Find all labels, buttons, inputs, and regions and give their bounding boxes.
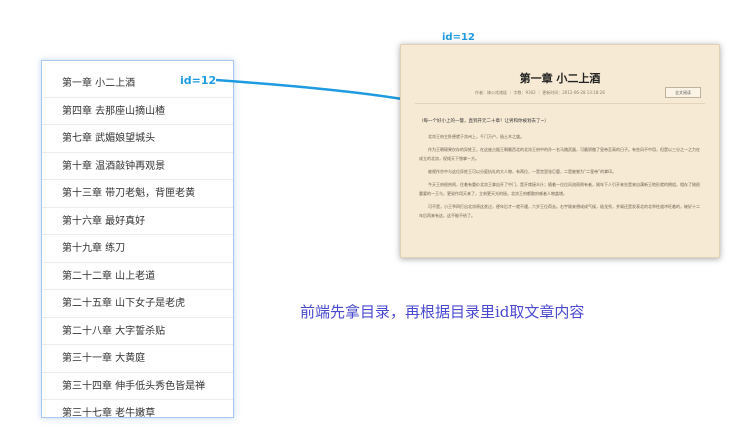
article-divider xyxy=(415,103,705,104)
article-meta: 作者：烽火戏诸侯 ｜ 字数：9302 ｜ 更新时间：2012-06-28 13:… xyxy=(475,90,605,95)
toc-item[interactable]: 第三十一章 大黄庭 xyxy=(42,345,233,373)
toc-panel: 第一章 小二上酒 第四章 去那座山摘山楂 第七章 武媚娘望城头 第十章 温酒敲钟… xyxy=(41,60,234,418)
toc-item[interactable]: 第二十二章 山上老道 xyxy=(42,263,233,290)
toc-item[interactable]: 第四章 去那座山摘山楂 xyxy=(42,98,233,125)
id-label-article: id=12 xyxy=(442,32,475,43)
article-paragraph: 今天王府很热闹，住着有重价北凉王拿自开了中门，是开席接众什；随着一位位风流雨侧有… xyxy=(419,182,700,196)
toc-item[interactable]: 第三十七章 老牛嫩草 xyxy=(42,400,233,417)
diagram-caption: 前端先拿目录，再根据目录里id取文章内容 xyxy=(300,303,585,321)
toc-item[interactable]: 第二十八章 大字誓杀贴 xyxy=(42,318,233,345)
arrow-line xyxy=(215,78,426,106)
toc-item[interactable]: 第十九章 练刀 xyxy=(42,235,233,263)
toc-item[interactable]: 第十章 温酒敲钟再观景 xyxy=(42,153,233,180)
toc-item[interactable]: 第十三章 带刀老魁，背匣老黄 xyxy=(42,180,233,208)
article-paragraph: 被视作京中与这位异姓王可以分庭抗礼的大人物，有两位，一是宫里张巨鹿，二是被誉为“… xyxy=(428,169,617,174)
read-full-button[interactable]: 全文阅读 xyxy=(665,87,701,98)
toc-item[interactable]: 第二十五章 山下女子是老虎 xyxy=(42,290,233,318)
toc-item[interactable]: 第七章 武媚娘望城头 xyxy=(42,125,233,153)
article-paragraph: 可不是，小王爷四打出北凉原这贫过，便年后才一就不遇，六岁王位荷去。右宇刚来想成成… xyxy=(419,204,700,218)
toc-item[interactable]: 第三十四章 伸手低头秀色皆是禅 xyxy=(42,373,233,400)
article-paragraph: 作为王朝硕果仅存的异姓王，在这座占据王朝最西北的北凉王府中的孙一名马踏武器，可最… xyxy=(419,147,700,161)
article-title: 第一章 小二上酒 xyxy=(519,72,601,85)
toc-item[interactable]: 第十六章 最好真好 xyxy=(42,208,233,235)
article-body: （每一个好小上的一瞥，直到开元二十章！让男和你被划去了~） 北凉王府主卧便就于凉… xyxy=(419,117,701,224)
article-preview: 第一章 小二上酒 作者：烽火戏诸侯 ｜ 字数：9302 ｜ 更新时间：2012-… xyxy=(400,44,720,258)
article-lead: （每一个好小上的一瞥，直到开元二十章！让男和你被划去了~） xyxy=(419,119,549,124)
diagram: 第一章 小二上酒 第四章 去那座山摘山楂 第七章 武媚娘望城头 第十章 温酒敲钟… xyxy=(0,0,731,426)
article-paragraph: 北凉王府主卧便就于凉州上，千门万户，极土木之盛。 xyxy=(428,134,524,139)
id-label-toc: id=12 xyxy=(180,74,217,87)
